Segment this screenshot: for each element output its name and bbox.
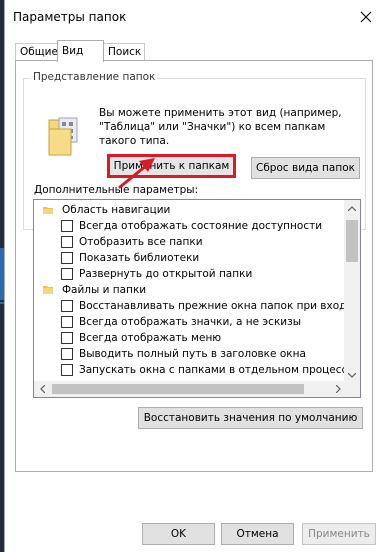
chevron-right-icon <box>335 385 341 393</box>
tab-view[interactable]: Вид <box>57 40 104 62</box>
folder-view-description: Вы можете применить этот вид (например, … <box>99 107 342 147</box>
horizontal-scroll-thumb[interactable] <box>52 384 304 394</box>
restore-defaults-button[interactable]: Восстановить значения по умолчанию <box>138 407 363 429</box>
checkbox[interactable] <box>61 316 73 328</box>
title-bar[interactable]: Параметры папок <box>5 0 383 34</box>
setting-label: Запускать окна с папками в отдельном про… <box>79 364 346 376</box>
setting-label: Развернуть до открытой папки <box>79 268 253 280</box>
setting-label: Показать библиотеки <box>79 252 200 264</box>
window-title: Параметры папок <box>13 10 127 24</box>
setting-label: Восстанавливать прежние окна папок при в… <box>79 300 346 312</box>
setting-label: Всегда отображать меню <box>79 332 222 344</box>
view-tab-panel: Представление папок Вы можете применить … <box>15 60 373 472</box>
category-label: Файлы и папки <box>62 284 147 296</box>
advanced-settings-tree[interactable]: Область навигации Всегда отображать сост… <box>33 199 361 398</box>
folder-view-icon <box>48 117 78 156</box>
setting-label: Выводить полный путь в заголовке окна <box>79 348 306 360</box>
vertical-scrollbar[interactable] <box>344 200 360 383</box>
checkbox[interactable] <box>61 364 73 376</box>
reset-folders-button[interactable]: Сброс вида папок <box>251 157 360 179</box>
checkbox[interactable] <box>61 332 73 344</box>
checkbox[interactable] <box>61 236 73 248</box>
setting-label: Всегда отображать значки, а не эскизы <box>79 316 301 328</box>
settings-list: Область навигации Всегда отображать сост… <box>34 200 346 383</box>
vertical-scroll-thumb[interactable] <box>346 220 358 262</box>
checkbox[interactable] <box>61 268 73 280</box>
chevron-up-icon <box>348 205 356 211</box>
checkbox[interactable] <box>61 300 73 312</box>
setting-label: Всегда отображать состояние доступности <box>79 220 323 232</box>
close-button[interactable] <box>354 6 378 28</box>
chevron-down-icon <box>348 372 356 378</box>
scroll-up-button[interactable] <box>344 200 360 216</box>
group-title: Представление папок <box>31 71 158 83</box>
tab-general[interactable]: Общие <box>15 43 58 61</box>
setting-label: Отобразить все папки <box>79 236 203 248</box>
advanced-settings-label: Дополнительные параметры: <box>34 184 199 196</box>
folder-icon <box>43 286 53 294</box>
checkbox[interactable] <box>61 220 73 232</box>
scrollbar-corner <box>344 381 360 397</box>
tab-search[interactable]: Поиск <box>103 43 145 61</box>
navigation-pane-icon <box>43 207 53 214</box>
checkbox[interactable] <box>61 252 73 264</box>
close-icon <box>360 11 372 23</box>
chevron-left-icon <box>39 385 45 393</box>
category-label: Область навигации <box>62 204 171 216</box>
horizontal-scrollbar[interactable] <box>34 381 346 397</box>
folder-options-dialog: Параметры папок Общие Вид Поиск Представ… <box>4 0 383 552</box>
apply-button[interactable]: Применить <box>302 523 376 545</box>
scroll-left-button[interactable] <box>34 381 50 397</box>
cancel-button[interactable]: Отмена <box>221 523 294 545</box>
checkbox[interactable] <box>61 348 73 360</box>
ok-button[interactable]: OK <box>142 523 215 545</box>
